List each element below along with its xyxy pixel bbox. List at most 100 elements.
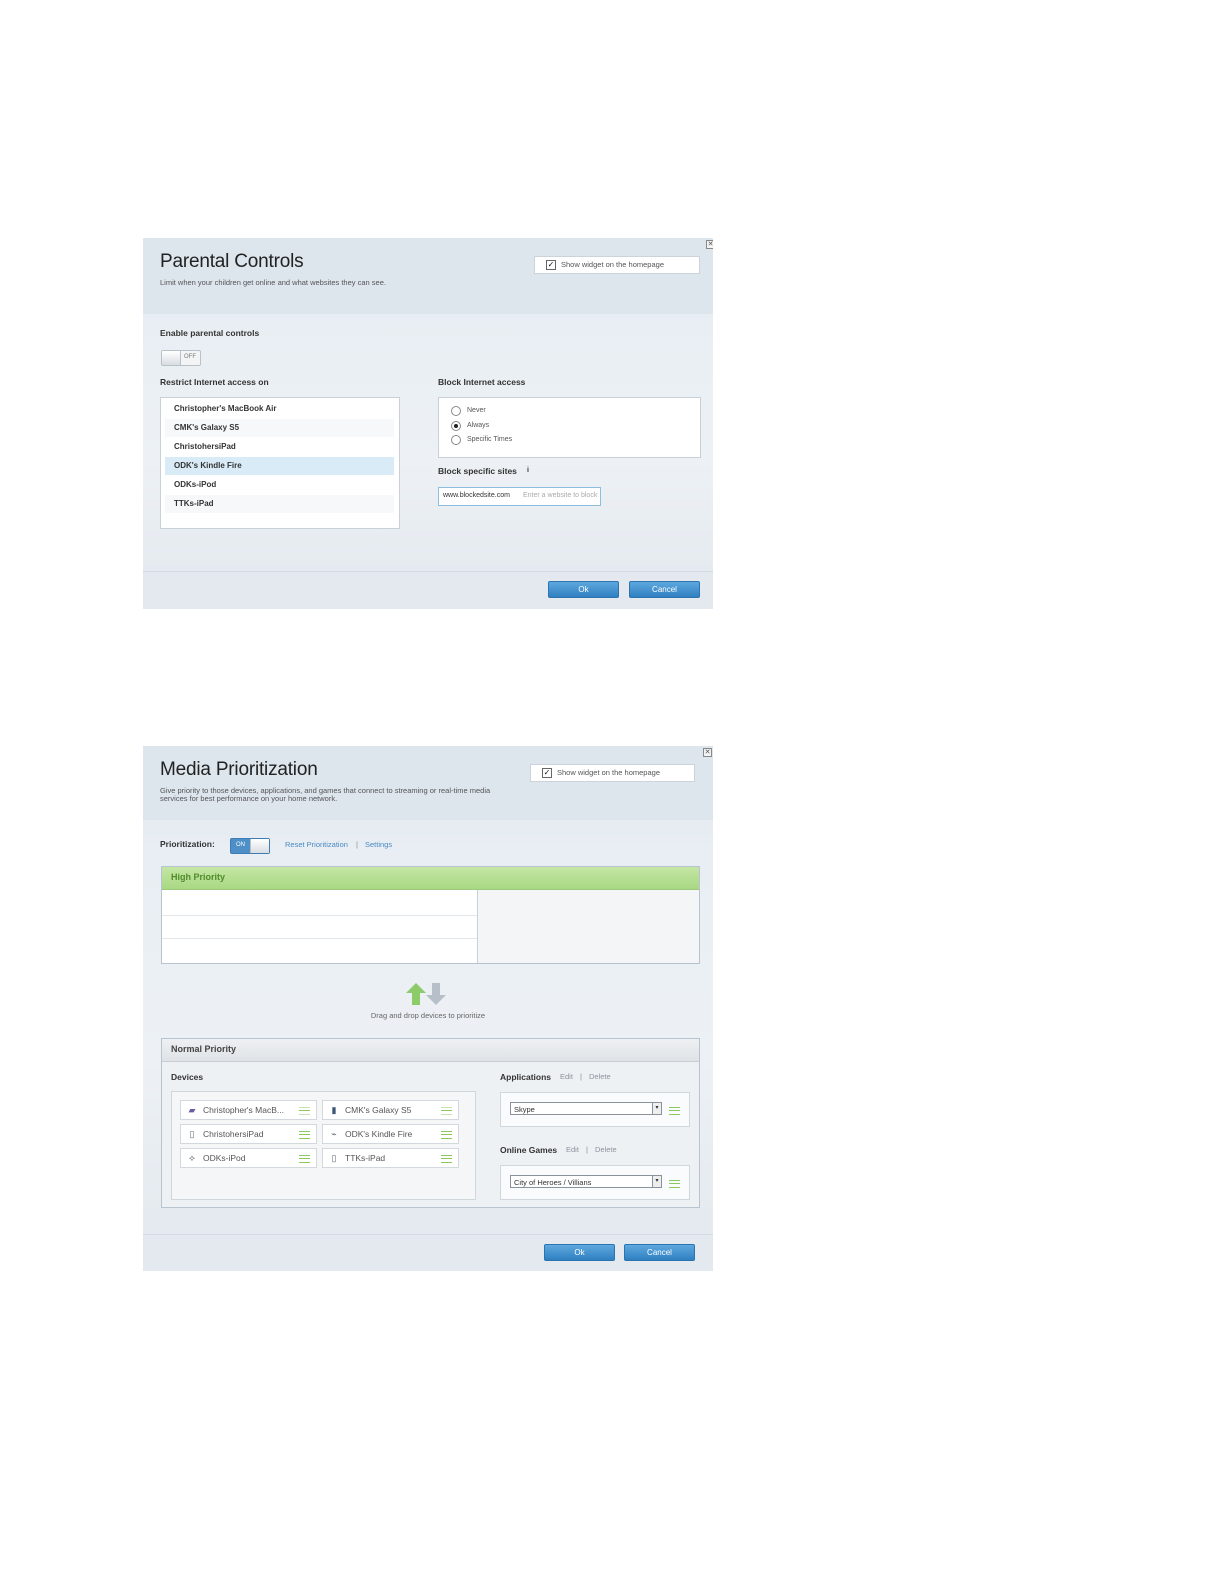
device-name: ODKs-iPod: [203, 1153, 246, 1163]
page-title: Parental Controls: [160, 251, 304, 272]
radio-specific-times-label: Specific Times: [467, 436, 513, 443]
drag-handle-icon[interactable]: [299, 1107, 310, 1115]
device-card[interactable]: ⟡ ODKs-iPod: [180, 1148, 317, 1168]
normal-priority-section: Normal Priority Devices ▰ Christopher's …: [161, 1038, 700, 1208]
device-card[interactable]: ⌁ ODK's Kindle Fire: [322, 1124, 459, 1144]
device-name: TTKs-iPad: [345, 1153, 386, 1163]
radio-always-label: Always: [467, 422, 490, 429]
link-separator: |: [356, 840, 358, 849]
drag-drop-hint: Drag and drop devices to prioritize: [370, 1011, 486, 1020]
info-icon[interactable]: i: [527, 467, 529, 474]
page-subtitle-line2: services for best performance on your ho…: [160, 794, 338, 803]
enable-parental-label: Enable parental controls: [160, 328, 260, 338]
online-games-label: Online Games: [500, 1145, 558, 1155]
device-card[interactable]: ▰ Christopher's MacB...: [180, 1100, 317, 1120]
row-divider: [162, 938, 477, 939]
device-card[interactable]: ▮ CMK's Galaxy S5: [322, 1100, 459, 1120]
application-select[interactable]: Skype ▾: [510, 1102, 662, 1115]
high-priority-section: High Priority: [161, 866, 700, 964]
parental-footer: [143, 571, 713, 609]
radio-specific-times[interactable]: [451, 435, 461, 445]
checkmark-icon: ✓: [542, 768, 552, 778]
phone-icon: ▮: [331, 1105, 337, 1115]
blocked-site-input[interactable]: www.blockedsite.com Enter a website to b…: [438, 487, 601, 506]
device-list-item[interactable]: ODKs-iPod: [165, 476, 394, 494]
applications-box: Skype ▾: [500, 1092, 690, 1127]
show-widget-label: Show widget on the homepage: [561, 260, 664, 269]
online-games-edit-link[interactable]: Edit: [566, 1145, 579, 1154]
device-list-item[interactable]: TTKs-iPad: [165, 495, 394, 513]
drag-handle-icon[interactable]: [441, 1131, 452, 1139]
restrict-access-label: Restrict Internet access on: [160, 377, 269, 387]
close-icon[interactable]: ✕: [703, 748, 712, 757]
drag-handle-icon[interactable]: [299, 1155, 310, 1163]
devices-label: Devices: [171, 1072, 204, 1082]
drag-drop-arrows-icon: [406, 983, 446, 1005]
block-access-label: Block Internet access: [438, 377, 526, 387]
tablet-icon: ▯: [189, 1129, 195, 1139]
online-games-box: City of Heroes / Villians ▾: [500, 1165, 690, 1200]
settings-link[interactable]: Settings: [365, 840, 392, 849]
radio-never-label: Never: [467, 407, 486, 414]
show-widget-label: Show widget on the homepage: [557, 768, 660, 777]
online-game-select[interactable]: City of Heroes / Villians ▾: [510, 1175, 662, 1188]
device-card[interactable]: ▯ ChristohersiPad: [180, 1124, 317, 1144]
drag-handle-icon[interactable]: [441, 1155, 452, 1163]
reset-prioritization-link[interactable]: Reset Prioritization: [285, 840, 348, 849]
link-separator: |: [580, 1072, 582, 1081]
applications-edit-link[interactable]: Edit: [560, 1072, 573, 1081]
show-widget-checkbox[interactable]: ✓ Show widget on the homepage: [534, 256, 700, 274]
toggle-knob: [250, 839, 269, 853]
applications-delete-link[interactable]: Delete: [589, 1072, 611, 1081]
toggle-knob: [162, 351, 181, 365]
radio-never[interactable]: [451, 406, 461, 416]
link-separator: |: [586, 1145, 588, 1154]
drag-handle-icon[interactable]: [441, 1107, 452, 1115]
applications-label: Applications: [500, 1072, 552, 1082]
device-list-item[interactable]: Christopher's MacBook Air: [165, 400, 394, 418]
page-title: Media Prioritization: [160, 759, 318, 780]
chevron-down-icon: ▾: [652, 1103, 661, 1114]
drag-handle-icon[interactable]: [669, 1180, 680, 1188]
high-priority-apps-area: [478, 890, 699, 963]
ok-button[interactable]: Ok: [544, 1244, 615, 1261]
drag-handle-icon[interactable]: [669, 1107, 680, 1115]
cancel-button[interactable]: Cancel: [629, 581, 700, 598]
radio-always[interactable]: [451, 421, 461, 431]
show-widget-checkbox[interactable]: ✓ Show widget on the homepage: [530, 764, 695, 782]
tablet-icon: ⌁: [331, 1129, 337, 1139]
device-list: Christopher's MacBook Air CMK's Galaxy S…: [160, 397, 400, 529]
device-name: CMK's Galaxy S5: [345, 1105, 412, 1115]
row-divider: [162, 915, 477, 916]
block-sites-label: Block specific sites: [438, 466, 517, 476]
normal-priority-label: Normal Priority: [171, 1044, 237, 1054]
cancel-button[interactable]: Cancel: [624, 1244, 695, 1261]
normal-priority-header: Normal Priority: [162, 1039, 699, 1062]
toggle-state: OFF: [184, 354, 196, 360]
device-list-item[interactable]: ChristohersiPad: [165, 438, 394, 456]
device-name: ODK's Kindle Fire: [345, 1129, 413, 1139]
high-priority-header: High Priority: [162, 867, 699, 890]
block-access-options: Never Always Specific Times: [438, 397, 701, 458]
blocked-site-value: www.blockedsite.com: [443, 492, 510, 499]
devices-grid: ▰ Christopher's MacB... ▮ CMK's Galaxy S…: [171, 1091, 476, 1200]
chevron-down-icon: ▾: [652, 1176, 661, 1187]
close-icon[interactable]: ✕: [706, 240, 713, 249]
parental-toggle[interactable]: OFF: [161, 350, 201, 366]
toggle-state: ON: [236, 842, 245, 848]
ok-button[interactable]: Ok: [548, 581, 619, 598]
device-list-item-selected[interactable]: ODK's Kindle Fire: [165, 457, 394, 475]
drag-handle-icon[interactable]: [299, 1131, 310, 1139]
laptop-icon: ▰: [188, 1105, 196, 1115]
device-list-item[interactable]: CMK's Galaxy S5: [165, 419, 394, 437]
high-priority-label: High Priority: [171, 872, 226, 882]
prioritization-toggle[interactable]: ON: [230, 838, 270, 854]
device-card[interactable]: ▯ TTKs-iPad: [322, 1148, 459, 1168]
tablet-icon: ▯: [331, 1153, 337, 1163]
online-game-selected: City of Heroes / Villians: [514, 1178, 592, 1187]
device-name: Christopher's MacB...: [203, 1105, 284, 1115]
media-prioritization-panel: ✕ Media Prioritization Give priority to …: [143, 746, 713, 1271]
online-games-delete-link[interactable]: Delete: [595, 1145, 617, 1154]
page-subtitle: Limit when your children get online and …: [160, 278, 386, 287]
checkmark-icon: ✓: [546, 260, 556, 270]
